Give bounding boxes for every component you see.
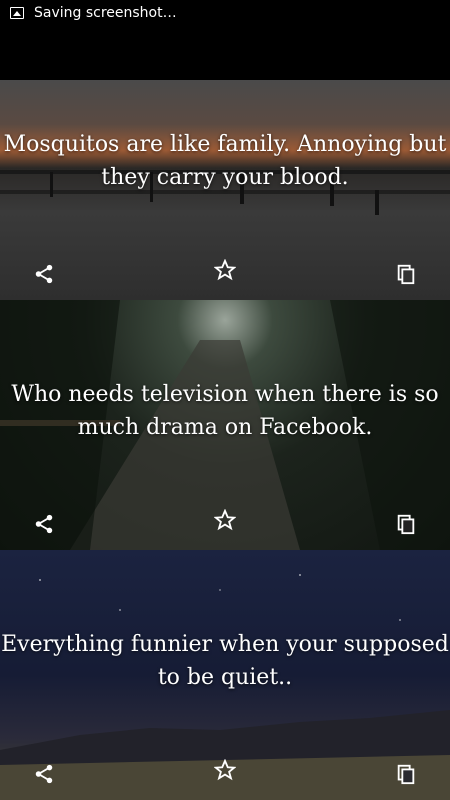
copy-icon	[397, 264, 415, 285]
copy-icon	[397, 514, 415, 535]
copy-button[interactable]	[392, 260, 420, 288]
status-notification-text: Saving screenshot…	[34, 4, 177, 21]
card-actions	[0, 500, 450, 550]
image-icon	[10, 6, 24, 19]
quote-card[interactable]: Everything funnier when your supposed to…	[0, 550, 450, 800]
copy-icon	[397, 764, 415, 785]
quote-card[interactable]: Mosquitos are like family. Annoying but …	[0, 80, 450, 300]
card-actions	[0, 750, 450, 800]
share-button[interactable]	[30, 260, 58, 288]
quote-card[interactable]: Who needs television when there is so mu…	[0, 300, 450, 550]
share-button[interactable]	[30, 760, 58, 788]
star-outline-icon	[214, 259, 236, 281]
copy-button[interactable]	[392, 760, 420, 788]
quote-text: Everything funnier when your supposed to…	[1, 632, 449, 690]
status-bar: Saving screenshot…	[0, 0, 450, 25]
copy-button[interactable]	[392, 510, 420, 538]
top-spacer	[0, 25, 450, 80]
share-icon	[35, 264, 53, 284]
card-actions	[0, 250, 450, 300]
share-icon	[35, 514, 53, 534]
favorite-button[interactable]	[211, 256, 239, 284]
quote-text: Who needs television when there is so mu…	[11, 382, 439, 440]
favorite-button[interactable]	[211, 506, 239, 534]
quote-text: Mosquitos are like family. Annoying but …	[3, 132, 447, 190]
favorite-button[interactable]	[211, 756, 239, 784]
star-outline-icon	[214, 509, 236, 531]
share-button[interactable]	[30, 510, 58, 538]
share-icon	[35, 764, 53, 784]
star-outline-icon	[214, 759, 236, 781]
